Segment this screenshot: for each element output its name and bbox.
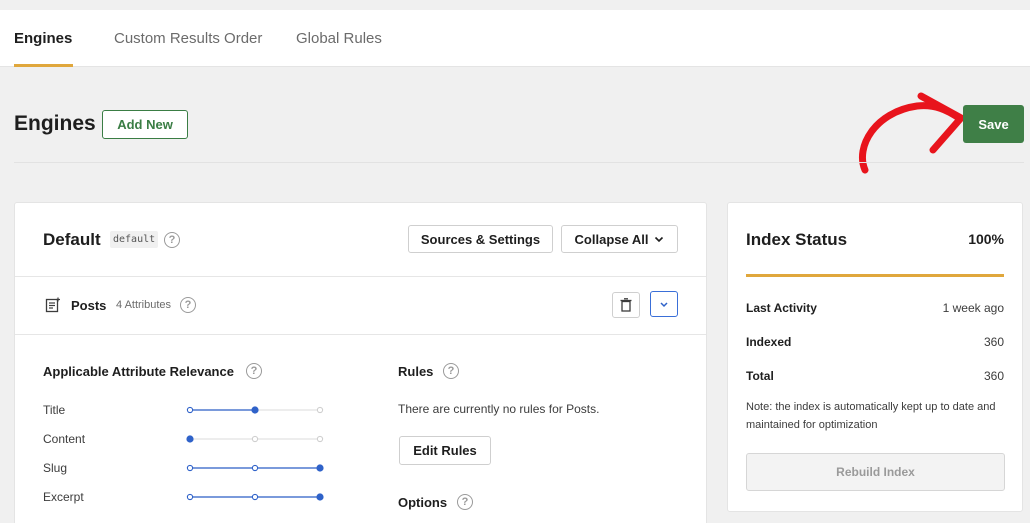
slider-notch[interactable] — [186, 406, 194, 414]
source-header-divider — [15, 334, 706, 335]
relevance-slider-title[interactable] — [185, 404, 325, 416]
index-progress-fill — [746, 274, 1004, 277]
sources-settings-button[interactable]: Sources & Settings — [408, 225, 553, 253]
save-button[interactable]: Save — [963, 105, 1024, 143]
slider-notch[interactable] — [186, 493, 194, 501]
last-activity-label: Last Activity — [746, 301, 817, 315]
index-status-percent: 100% — [968, 231, 1004, 247]
total-value: 360 — [983, 369, 1004, 383]
help-icon[interactable]: ? — [246, 363, 262, 379]
chevron-down-icon — [660, 302, 668, 308]
slider-notch[interactable] — [316, 435, 324, 443]
relevance-slider-slug[interactable] — [185, 462, 325, 474]
header-divider — [14, 162, 1024, 163]
relevance-slider-excerpt[interactable] — [185, 491, 325, 503]
slider-handle[interactable] — [316, 493, 324, 501]
engine-name: Default — [43, 230, 101, 249]
slider-notch[interactable] — [316, 406, 324, 414]
attribute-label-content: Content — [43, 432, 86, 446]
index-note: Note: the index is automatically kept up… — [746, 401, 996, 431]
delete-source-button[interactable] — [612, 292, 640, 318]
slider-notch[interactable] — [251, 464, 259, 472]
indexed-value: 360 — [983, 335, 1004, 349]
slider-handle[interactable] — [186, 435, 194, 443]
add-new-button[interactable]: Add New — [102, 110, 188, 139]
page-title: Engines — [14, 112, 96, 135]
tab-bar: Engines Custom Results Order Global Rule… — [0, 10, 1030, 67]
help-icon[interactable]: ? — [457, 494, 473, 510]
attribute-label-slug: Slug — [43, 461, 68, 475]
rules-empty-text: There are currently no rules for Posts. — [398, 402, 600, 416]
relevance-title: Applicable Attribute Relevance — [43, 364, 234, 379]
options-title: Options — [398, 495, 448, 510]
engine-header-divider — [15, 276, 706, 277]
indexed-label: Indexed — [746, 335, 792, 349]
help-icon[interactable]: ? — [443, 363, 459, 379]
total-label: Total — [746, 369, 774, 383]
chevron-down-icon — [655, 236, 664, 243]
attribute-label-title: Title — [43, 403, 66, 417]
help-icon[interactable]: ? — [164, 232, 180, 248]
rebuild-index-button[interactable]: Rebuild Index — [746, 453, 1005, 491]
collapse-all-button[interactable]: Collapse All — [561, 225, 678, 253]
help-icon[interactable]: ? — [180, 297, 196, 313]
index-progress-bar — [746, 274, 1004, 277]
tab-engines[interactable]: Engines — [14, 30, 72, 47]
collapse-all-label: Collapse All — [574, 231, 649, 247]
tab-global-rules[interactable]: Global Rules — [296, 30, 382, 47]
source-attributes-count: 4 Attributes — [116, 299, 172, 311]
top-strip — [0, 0, 1030, 10]
edit-rules-button[interactable]: Edit Rules — [399, 436, 491, 465]
rules-title: Rules — [398, 364, 434, 379]
active-tab-indicator — [14, 64, 73, 67]
slider-handle[interactable] — [251, 406, 259, 414]
index-status-title: Index Status — [746, 230, 848, 249]
slider-notch[interactable] — [251, 493, 259, 501]
slider-notch[interactable] — [186, 464, 194, 472]
source-label: Posts — [71, 298, 107, 313]
engine-card: Default default ? Sources & Settings Col… — [14, 202, 707, 523]
last-activity-value: 1 week ago — [942, 301, 1004, 315]
engine-slug: default — [110, 231, 159, 248]
slider-handle[interactable] — [316, 464, 324, 472]
posts-icon — [45, 297, 60, 313]
index-status-card: Index Status 100% Last Activity 1 week a… — [727, 202, 1023, 512]
attribute-label-excerpt: Excerpt — [43, 490, 84, 504]
expand-source-button[interactable] — [650, 291, 678, 317]
tab-custom-results-order[interactable]: Custom Results Order — [114, 30, 262, 47]
slider-notch[interactable] — [251, 435, 259, 443]
trash-icon — [620, 298, 632, 312]
relevance-slider-content[interactable] — [185, 433, 325, 445]
